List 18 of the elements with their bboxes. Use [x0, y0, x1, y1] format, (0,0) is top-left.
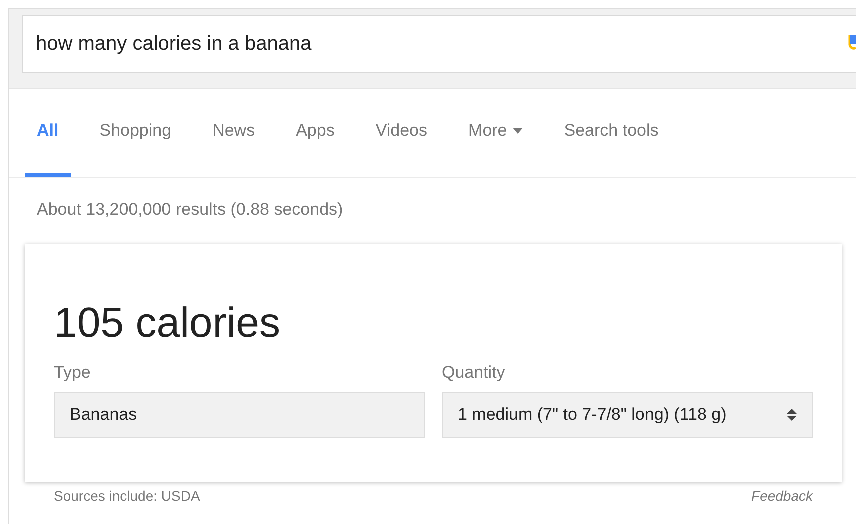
search-field[interactable]: how many calories in a banana	[22, 15, 856, 73]
field-label: Type	[54, 363, 92, 383]
more-menu[interactable]: More	[456, 89, 536, 177]
calorie-headline: 105 calories	[54, 299, 282, 347]
quantity-select[interactable]: 1 medium (7" to 7-7/8" long) (118 g)	[442, 392, 813, 438]
sources-note: Sources include: USDA	[54, 488, 200, 504]
result-stats: About 13,200,000 results (0.88 seconds)	[37, 200, 344, 219]
caret-icon	[513, 128, 524, 134]
updown-icon	[787, 408, 797, 422]
feedback-link[interactable]: Feedback	[752, 488, 813, 504]
tab[interactable]: Videos	[364, 89, 440, 177]
field-label: Quantity	[442, 363, 506, 383]
tab[interactable]: Search tools	[552, 89, 671, 177]
tab[interactable]: All	[25, 89, 71, 177]
tab[interactable]: News	[200, 89, 268, 177]
tab[interactable]: Apps	[284, 89, 347, 177]
tab[interactable]: Shopping	[88, 89, 184, 177]
type-field[interactable]: Bananas	[54, 392, 425, 438]
